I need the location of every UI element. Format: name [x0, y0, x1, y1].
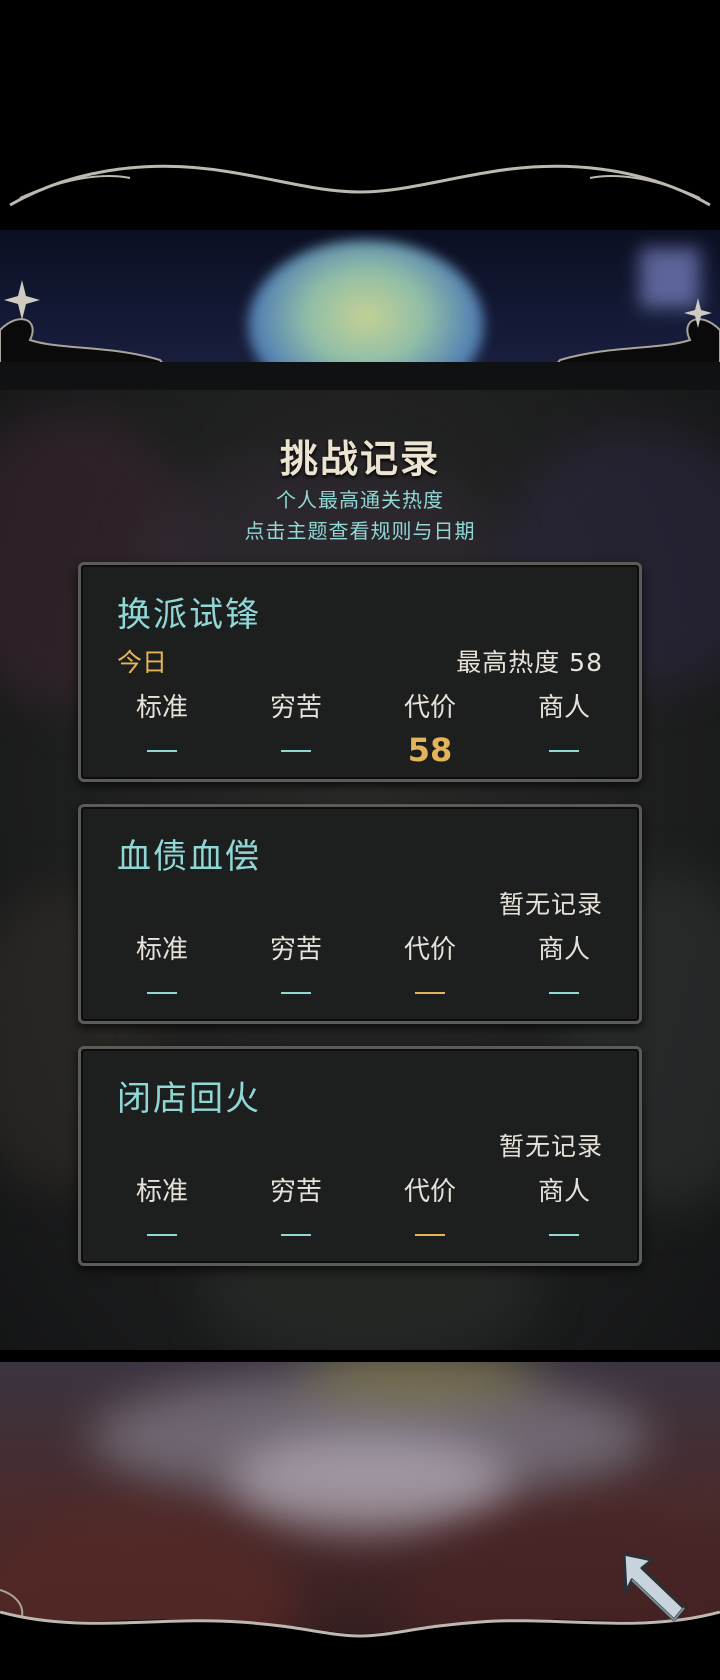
- best-heat-label: 最高热度 58: [456, 648, 603, 677]
- back-arrow-icon[interactable]: [618, 1550, 692, 1626]
- mode-label: 代价: [403, 693, 456, 723]
- mode-label: 商人: [537, 693, 590, 723]
- mode-label: 标准: [135, 935, 188, 965]
- mode-label: 穷苦: [269, 693, 322, 723]
- mode-value: [497, 972, 631, 1012]
- mode-cost: 代价 58: [363, 687, 497, 770]
- empty-dash: [281, 992, 311, 994]
- mode-label: 代价: [403, 935, 456, 965]
- card-title: 闭店回火: [117, 1079, 261, 1119]
- empty-dash: [415, 1234, 445, 1236]
- mode-label: 穷苦: [269, 935, 322, 965]
- mode-poor: 穷苦: [229, 687, 363, 770]
- empty-dash: [281, 1234, 311, 1236]
- mode-label: 穷苦: [269, 1177, 322, 1207]
- mode-value: [229, 972, 363, 1012]
- mode-poor: 穷苦: [229, 1171, 363, 1254]
- mode-value: [229, 1214, 363, 1254]
- mode-value: [229, 730, 363, 770]
- top-ornament-frame: [0, 164, 720, 390]
- mode-label: 商人: [537, 1177, 590, 1207]
- mode-label: 标准: [135, 1177, 188, 1207]
- mode-columns: 标准 穷苦 代价 商人: [95, 929, 631, 1012]
- mode-merchant: 商人: [497, 929, 631, 1012]
- mode-label: 代价: [403, 1177, 456, 1207]
- empty-dash: [549, 1234, 579, 1236]
- page-title: 挑战记录: [279, 437, 440, 481]
- bottom-ornament-frame: [0, 1589, 720, 1680]
- empty-dash: [415, 992, 445, 994]
- no-record-label: 暂无记录: [498, 890, 603, 919]
- subtitle-best-heat: 个人最高通关热度: [276, 488, 444, 512]
- mode-columns: 标准 穷苦 代价 58 商人: [95, 687, 631, 770]
- mode-standard: 标准: [95, 687, 229, 770]
- mode-value: [95, 1214, 229, 1254]
- subtitle-tap-hint: 点击主题查看规则与日期: [244, 519, 476, 543]
- empty-dash: [281, 750, 311, 752]
- mode-merchant: 商人: [497, 687, 631, 770]
- empty-dash: [549, 750, 579, 752]
- empty-dash: [147, 750, 177, 752]
- challenge-card-3[interactable]: 闭店回火 暂无记录 标准 穷苦 代价 商人: [78, 1046, 642, 1266]
- mode-cost: 代价: [363, 1171, 497, 1254]
- mode-value: 58: [407, 731, 453, 769]
- card-title: 换派试锋: [117, 595, 261, 635]
- no-record-label: 暂无记录: [498, 1132, 603, 1161]
- mode-value: [363, 972, 497, 1012]
- mode-label: 商人: [537, 935, 590, 965]
- empty-dash: [147, 1234, 177, 1236]
- mode-columns: 标准 穷苦 代价 商人: [95, 1171, 631, 1254]
- mode-value: [497, 730, 631, 770]
- mode-standard: 标准: [95, 929, 229, 1012]
- bg-blob: [230, 1432, 510, 1532]
- mode-value: [363, 1214, 497, 1254]
- card-title: 血债血偿: [117, 837, 261, 877]
- challenge-card-1[interactable]: 换派试锋 今日 最高热度 58 标准 穷苦 代价 58 商人: [78, 562, 642, 782]
- mode-label: 标准: [135, 693, 188, 723]
- mode-merchant: 商人: [497, 1171, 631, 1254]
- today-tag: 今日: [117, 648, 168, 677]
- challenge-card-2[interactable]: 血债血偿 暂无记录 标准 穷苦 代价 商人: [78, 804, 642, 1024]
- mode-value: [95, 730, 229, 770]
- mode-value: [497, 1214, 631, 1254]
- empty-dash: [549, 992, 579, 994]
- mode-poor: 穷苦: [229, 929, 363, 1012]
- mode-standard: 标准: [95, 1171, 229, 1254]
- mode-cost: 代价: [363, 929, 497, 1012]
- mode-value: [95, 972, 229, 1012]
- empty-dash: [147, 992, 177, 994]
